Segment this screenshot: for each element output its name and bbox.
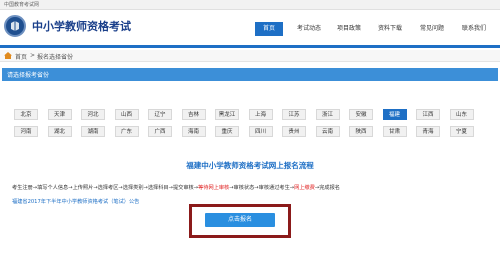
province-button[interactable]: 湖北 <box>47 126 72 137</box>
province-button[interactable]: 山西 <box>114 109 139 120</box>
province-button[interactable]: 天津 <box>47 109 72 120</box>
exam-notice-link[interactable]: 福建省2017年下半年中小学教师资格考试（笔试）公告 <box>12 198 139 205</box>
flow-steps-end: →完成报名 <box>314 185 340 191</box>
province-button[interactable]: 福建 <box>382 109 407 120</box>
flow-step-await-review: 等待网上审核 <box>198 185 230 191</box>
nav-contact[interactable]: 联系我们 <box>455 22 493 36</box>
province-button[interactable]: 安徽 <box>349 109 373 120</box>
breadcrumb-separator: > <box>30 52 36 59</box>
top-info-text: 中国教育考试网 <box>4 2 40 8</box>
province-button[interactable]: 浙江 <box>315 109 340 120</box>
province-button[interactable]: 陕西 <box>349 126 373 137</box>
top-info-bar: 中国教育考试网 <box>0 0 500 10</box>
flow-step-online-payment: 网上缴费 <box>294 185 315 191</box>
section-header: 请选择报考省份 <box>2 68 498 81</box>
nav-home[interactable]: 首页 <box>255 22 283 36</box>
nav-policy[interactable]: 项目政策 <box>330 22 368 36</box>
province-button[interactable]: 江西 <box>416 109 440 120</box>
province-button[interactable]: 重庆 <box>215 126 239 137</box>
site-logo-icon[interactable] <box>4 15 26 37</box>
nav-faq[interactable]: 常见问题 <box>413 22 451 36</box>
province-button[interactable]: 广西 <box>148 126 172 137</box>
province-button[interactable]: 甘肃 <box>382 126 407 137</box>
header-divider <box>0 45 500 48</box>
nav-exam-news[interactable]: 考试动态 <box>290 22 328 36</box>
province-button[interactable]: 四川 <box>248 126 273 137</box>
section-title: 请选择报考省份 <box>7 72 50 79</box>
province-button[interactable]: 山东 <box>449 109 474 120</box>
flow-steps-start: 考生注册→填写个人信息→上传照片→选择考区→选择类别→选择科目→提交审核→ <box>12 185 199 191</box>
flow-steps-middle: →审核状态→审核通过考生→ <box>229 185 295 191</box>
province-button[interactable]: 广东 <box>114 126 139 137</box>
breadcrumb-current: 报名选择省份 <box>37 54 74 61</box>
province-button[interactable]: 河南 <box>14 126 38 137</box>
breadcrumb: 首页 > 报名选择省份 <box>0 50 500 62</box>
site-title: 中小学教师资格考试 <box>32 20 131 33</box>
home-icon <box>4 52 12 59</box>
province-button[interactable]: 青海 <box>416 126 440 137</box>
province-button[interactable]: 云南 <box>315 126 340 137</box>
province-button[interactable]: 河北 <box>81 109 105 120</box>
province-button[interactable]: 吉林 <box>181 109 206 120</box>
province-button[interactable]: 海南 <box>181 126 206 137</box>
apply-button[interactable]: 点击报名 <box>205 213 275 227</box>
province-button[interactable]: 上海 <box>248 109 273 120</box>
province-button[interactable]: 辽宁 <box>148 109 172 120</box>
province-button[interactable]: 宁夏 <box>449 126 474 137</box>
province-button[interactable]: 北京 <box>14 109 38 120</box>
flow-title: 福建中小学教师资格考试网上报名流程 <box>186 161 314 170</box>
province-button[interactable]: 湖南 <box>81 126 105 137</box>
nav-downloads[interactable]: 资料下载 <box>371 22 409 36</box>
province-button[interactable]: 江苏 <box>282 109 306 120</box>
flow-steps: 考生注册→填写个人信息→上传照片→选择考区→选择类别→选择科目→提交审核→等待网… <box>12 184 340 191</box>
province-button[interactable]: 黑龙江 <box>215 109 239 120</box>
breadcrumb-home[interactable]: 首页 <box>15 52 27 61</box>
province-button[interactable]: 贵州 <box>282 126 306 137</box>
